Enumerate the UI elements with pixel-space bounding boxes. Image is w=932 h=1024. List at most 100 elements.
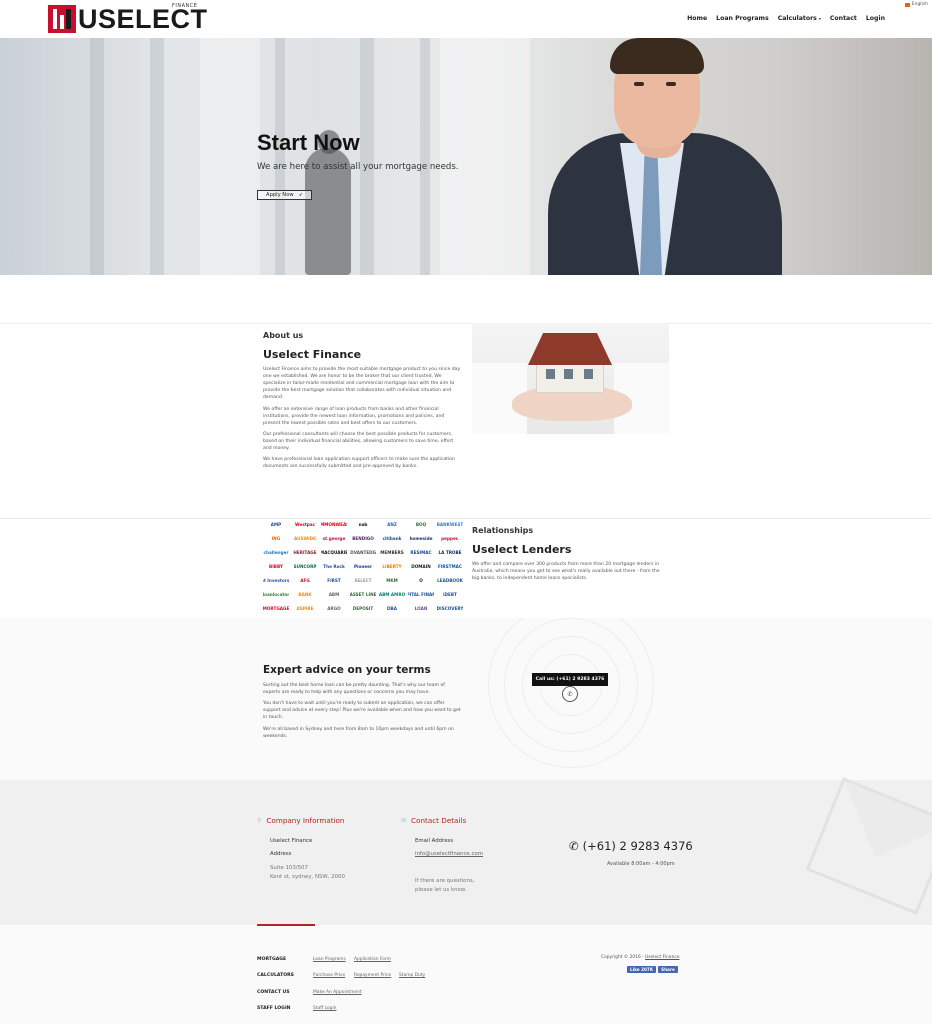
language-switcher[interactable]: English (904, 2, 928, 7)
expert-paragraph: Sorting out the best home loan can be pr… (263, 683, 445, 696)
house-in-hands-image (472, 323, 669, 434)
facebook-share-button[interactable]: Share (658, 966, 678, 973)
lender-logo: Pioneer (353, 564, 373, 569)
lender-logo: DOMAIN (411, 564, 431, 569)
nav-login[interactable]: Login (866, 15, 885, 22)
logo[interactable]: USELECT FINANCE (48, 3, 208, 34)
lender-logo: HERITAGE (293, 550, 317, 555)
lender-logo: COMMONWEALTH (321, 522, 347, 527)
lender-logo: The Rock (323, 564, 345, 569)
lender-logo: MACQUARIE (321, 550, 347, 555)
lender-logo: BANKWEST (437, 522, 463, 527)
email-link[interactable]: info@uselectfinance.com (415, 851, 483, 857)
lender-logo: FIRSTMAC (438, 564, 462, 569)
address-label: Address (270, 851, 292, 857)
lender-logo: ASPIRE (296, 606, 314, 611)
lender-logo: BENDIGO (352, 536, 374, 541)
footer-phone[interactable]: ✆ (+61) 2 9283 4376 (569, 839, 693, 853)
expert-paragraph: We're all based in Sydney and here from … (263, 726, 454, 739)
lender-logo: LEADBOOK (437, 578, 463, 583)
map-pin-icon: ⚲ (257, 817, 262, 824)
lender-logo: BIBBY (269, 564, 283, 569)
contact-details-heading: ✉ Contact Details (401, 816, 466, 825)
about-paragraph: We have professional loan application su… (263, 457, 455, 470)
lender-logo: iDEBT (443, 592, 457, 597)
accent-rule (257, 924, 315, 926)
hero-subtitle: We are here to assist all your mortgage … (257, 162, 459, 172)
about-text: Uselect Finance aims to provide the most… (263, 366, 463, 474)
relationships-text: We offer and compare over 300 products f… (472, 562, 660, 582)
envelope-small-icon: ✉ (401, 817, 407, 824)
chevron-down-icon: ▾ (818, 16, 821, 21)
nav-calculators[interactable]: Calculators ▾ (778, 15, 821, 22)
mortgage-label: MORTGAGE (257, 957, 287, 962)
link-repayment-price[interactable]: Repayment Price (354, 973, 391, 978)
lender-logo: ADVANTEDGE (350, 550, 376, 555)
link-application-form[interactable]: Application Form (354, 957, 391, 962)
company-info-heading-label: Company Information (266, 816, 345, 825)
apply-now-button[interactable]: Apply Now ➶ (257, 190, 312, 200)
logo-subtext: FINANCE (172, 3, 198, 9)
lender-logo: ABM (328, 592, 340, 597)
apply-now-label: Apply Now (266, 192, 294, 198)
availability-hours: Available 8:00am - 4:00pm (607, 861, 675, 867)
lender-logo: CAPITAL FINANCE (408, 592, 434, 597)
questions-line2: please let us know. (415, 887, 467, 893)
company-name: Uselect Finance (270, 838, 313, 844)
lender-logo: BOQ (415, 522, 427, 527)
phone-icon[interactable]: ✆ (562, 686, 578, 702)
logo-mark-icon (48, 5, 76, 33)
contact-details-heading-label: Contact Details (411, 816, 467, 825)
phone-handset-icon: ✆ (569, 839, 579, 853)
lender-logo: O (419, 578, 423, 583)
link-purchase-price[interactable]: Purchase Price (313, 973, 345, 978)
lender-logo: MORTGAGE (263, 606, 289, 611)
expert-text: Sorting out the best home loan can be pr… (263, 682, 463, 744)
bottom-bar (0, 926, 932, 1024)
link-make-appointment[interactable]: Make An Appointment (313, 990, 362, 995)
lender-logos-grid: AMP Westpac COMMONWEALTH nab ANZ BOQ BANKWEST I… (263, 518, 463, 618)
link-stamp-duty[interactable]: Stamp Duty (399, 973, 425, 978)
nav-contact[interactable]: Contact (830, 15, 857, 22)
lender-logo: DISCOVERY (437, 606, 463, 611)
lender-logo: Provident Investors Finance (263, 578, 289, 583)
lender-logo: ING (271, 536, 281, 541)
relationships-label: Relationships (472, 526, 534, 535)
copyright-text: Copyright © 2016 · (601, 955, 644, 960)
link-staff-login[interactable]: Staff Login (313, 1006, 336, 1011)
copyright-link[interactable]: Uselect Finance (645, 955, 679, 960)
staff-login-label: STAFF LOGIN (257, 1006, 291, 1011)
call-us-badge[interactable]: Call us: (+61) 2 9283 4376 (532, 673, 608, 686)
lender-logo: ANZ (387, 522, 397, 527)
lender-logo: pepper. (441, 536, 459, 541)
about-paragraph: Our professional consultants will choose… (263, 431, 454, 452)
address-line1: Suite 103/507 (270, 865, 308, 871)
lender-logo: homeside (409, 536, 433, 541)
facebook-like-button[interactable]: Like 207K (627, 966, 657, 973)
facebook-widget: Like 207K Share (627, 966, 678, 973)
nav-loan-programs[interactable]: Loan Programs (716, 15, 769, 22)
lender-logo: MEMBERS (380, 550, 404, 555)
expert-title: Expert advice on your terms (263, 664, 431, 676)
contact-us-label: CONTACT US (257, 990, 290, 995)
copyright: Copyright © 2016 · Uselect Finance (601, 955, 679, 960)
main-nav: Home Loan Programs Calculators ▾ Contact … (687, 15, 885, 22)
link-loan-programs[interactable]: Loan Programs (313, 957, 346, 962)
site-header: USELECT FINANCE English Home Loan Progra… (0, 0, 932, 38)
footer-phone-number: (+61) 2 9283 4376 (582, 839, 693, 853)
lender-logo: AUSWIDE (293, 536, 317, 541)
lender-logo: ABM AMRO (379, 592, 405, 597)
lender-logo: challenger (263, 550, 289, 555)
lender-logo: LIBERTY (382, 564, 402, 569)
lender-logo: RESIMAC (410, 550, 432, 555)
lender-logo: DBA (387, 606, 397, 611)
nav-calculators-label: Calculators (777, 15, 817, 22)
questions-line1: If there are questions, (415, 878, 475, 884)
section-divider (0, 323, 932, 324)
nav-home[interactable]: Home (687, 15, 707, 22)
lender-logo: Westpac (294, 522, 316, 527)
hero-title: Start Now (257, 130, 360, 155)
about-label: About us (263, 331, 304, 340)
relationships-title: Uselect Lenders (472, 543, 572, 556)
lender-logo: SELECT (354, 578, 372, 583)
